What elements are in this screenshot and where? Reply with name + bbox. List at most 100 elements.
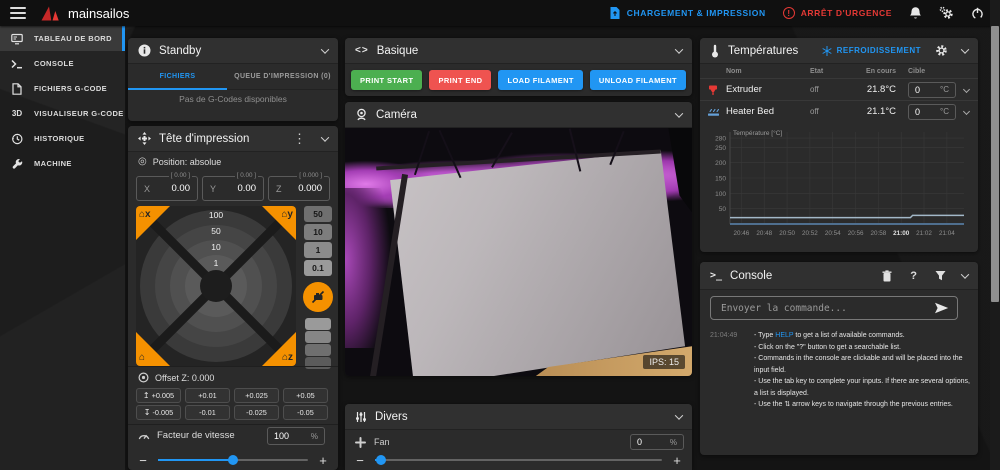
macro-button-print-start[interactable]: PRINT START: [351, 70, 422, 90]
offset-down-button[interactable]: -0.025: [234, 405, 279, 420]
help-icon[interactable]: ?: [910, 270, 917, 282]
notifications-bell-icon[interactable]: [909, 6, 922, 20]
sidebar-item-label: FICHIERS G-CODE: [34, 84, 107, 93]
cooldown-button[interactable]: REFROIDISSEMENT: [822, 46, 921, 56]
snowflake-icon: [822, 46, 832, 56]
camera-stream: IPS: 15: [345, 128, 692, 376]
collapse-chevron-icon[interactable]: [961, 45, 969, 53]
macro-button-load-filament[interactable]: LOAD FILAMENT: [498, 70, 582, 90]
speed-factor-unit: %: [311, 432, 318, 441]
offset-up-button[interactable]: +0.025: [234, 388, 279, 403]
sidebar-item-console[interactable]: CONSOLE: [0, 51, 125, 76]
svg-text:50: 50: [719, 206, 727, 213]
offset-down-button[interactable]: -0.01: [185, 405, 230, 420]
preset-dropdown-icon[interactable]: [963, 108, 970, 115]
speed-slider-thumb[interactable]: [228, 455, 238, 465]
camera-panel-title: Caméra: [376, 109, 417, 121]
power-icon[interactable]: [971, 7, 984, 20]
fan-increase-button[interactable]: +: [670, 454, 684, 467]
send-icon[interactable]: [934, 302, 949, 314]
axis-letter: Z: [276, 184, 282, 194]
axis-y-input[interactable]: Y0.00[ 0.00 ]: [202, 176, 264, 201]
emergency-stop-label: ARRÊT D'URGENCE: [801, 8, 892, 18]
sidebar-item-gcode-viewer[interactable]: 3DVISUALISEUR G-CODE: [0, 101, 125, 126]
offset-button-label: +0.05: [296, 391, 314, 400]
collapse-chevron-icon[interactable]: [675, 109, 683, 117]
console-command-input[interactable]: [719, 302, 934, 315]
z-distance-button[interactable]: 0.1: [304, 260, 332, 276]
z-jog-segment[interactable]: [305, 357, 331, 369]
macro-button-print-end[interactable]: PRINT END: [429, 70, 491, 90]
heater-current-temp: 21.1°C: [844, 106, 896, 117]
camera-panel: Caméra IPS: 15: [345, 102, 692, 376]
sidebar-item-gcode-files[interactable]: FICHIERS G-CODE: [0, 76, 125, 101]
fan-input[interactable]: 0 %: [630, 434, 684, 450]
motors-off-button[interactable]: [303, 282, 333, 312]
svg-text:250: 250: [715, 145, 726, 152]
sidebar-item-history[interactable]: HISTORIQUE: [0, 126, 125, 151]
heater-target-input[interactable]: 0°C: [908, 104, 956, 120]
collapse-chevron-icon[interactable]: [321, 133, 329, 141]
offset-down-button[interactable]: ↧-0.005: [136, 405, 181, 420]
filter-funnel-icon[interactable]: [935, 270, 946, 281]
fan-slider[interactable]: [375, 459, 662, 461]
axis-x-input[interactable]: X0.00[ 0.00 ]: [136, 176, 198, 201]
offset-down-button[interactable]: -0.05: [283, 405, 328, 420]
heater-target-unit: °C: [940, 107, 949, 116]
fan-label: Fan: [374, 437, 390, 447]
z-distance-button[interactable]: 50: [304, 206, 332, 222]
preset-dropdown-icon[interactable]: [963, 86, 970, 93]
macro-button-unload-filament[interactable]: UNLOAD FILAMENT: [590, 70, 686, 90]
collapse-chevron-icon[interactable]: [675, 45, 683, 53]
tab-print-queue[interactable]: QUEUE D'IMPRESSION (0): [227, 64, 338, 89]
cooldown-label: REFROIDISSEMENT: [837, 46, 921, 55]
z-distance-button[interactable]: 10: [304, 224, 332, 240]
mainsail-dashboard: mainsailos CHARGEMENT & IMPRESSION ! ARR…: [0, 0, 1000, 470]
z-jog-segment[interactable]: [305, 331, 331, 343]
hamburger-menu-icon[interactable]: [10, 7, 26, 19]
menu-dots-icon[interactable]: ⋮: [293, 132, 306, 145]
z-jog-segment[interactable]: [305, 318, 331, 330]
tab-files[interactable]: FICHIERS: [128, 64, 227, 89]
axis-z-input[interactable]: Z0.000[ 0.000 ]: [268, 176, 330, 201]
heater-target-unit: °C: [940, 85, 949, 94]
home-icon: ⌂: [139, 352, 145, 363]
scrollbar-thumb[interactable]: [991, 26, 999, 302]
fan-decrease-button[interactable]: −: [353, 454, 367, 467]
collapse-chevron-icon[interactable]: [321, 45, 329, 53]
upload-file-icon: [609, 6, 621, 20]
speed-decrease-button[interactable]: −: [136, 454, 150, 467]
z-distance-button[interactable]: 1: [304, 242, 332, 258]
axis-target-label: [ 0.00 ]: [235, 172, 258, 179]
sidebar-item-label: TABLEAU DE BORD: [34, 34, 112, 43]
axis-value: 0.000: [298, 183, 322, 194]
heater-name: Heater Bed: [726, 106, 810, 117]
heater-bed-icon: [700, 106, 726, 117]
macros-panel: <> Basique PRINT STARTPRINT ENDLOAD FILA…: [345, 38, 692, 96]
heater-state: off: [810, 85, 844, 94]
trash-icon[interactable]: [882, 270, 892, 282]
settings-gears-icon[interactable]: [939, 6, 954, 20]
heater-target-input[interactable]: 0°C: [908, 82, 956, 98]
wrench-icon: [9, 158, 25, 170]
emergency-stop-button[interactable]: ! ARRÊT D'URGENCE: [783, 7, 892, 19]
speed-slider[interactable]: [158, 459, 308, 461]
home-icon: ⌂y: [281, 209, 293, 220]
console-command-link[interactable]: HELP: [775, 332, 793, 339]
sidebar-item-machine[interactable]: MACHINE: [0, 151, 125, 176]
fan-slider-thumb[interactable]: [376, 455, 386, 465]
upload-print-button[interactable]: CHARGEMENT & IMPRESSION: [609, 6, 766, 20]
xy-jog-pad[interactable]: 10050101 ⌂x ⌂y ⌂ ⌂z: [136, 206, 296, 366]
3d-icon: 3D: [9, 110, 25, 118]
collapse-chevron-icon[interactable]: [961, 270, 969, 278]
sidebar-item-dashboard[interactable]: TABLEAU DE BORD: [0, 26, 125, 51]
collapse-chevron-icon[interactable]: [675, 411, 683, 419]
gear-icon[interactable]: [935, 44, 948, 57]
offset-up-button[interactable]: +0.05: [283, 388, 328, 403]
offset-up-button[interactable]: ↥+0.005: [136, 388, 181, 403]
console-panel-title: Console: [730, 270, 772, 282]
speed-increase-button[interactable]: +: [316, 454, 330, 467]
z-jog-segment[interactable]: [305, 344, 331, 356]
offset-up-button[interactable]: +0.01: [185, 388, 230, 403]
speed-factor-input[interactable]: 100 %: [267, 427, 325, 445]
